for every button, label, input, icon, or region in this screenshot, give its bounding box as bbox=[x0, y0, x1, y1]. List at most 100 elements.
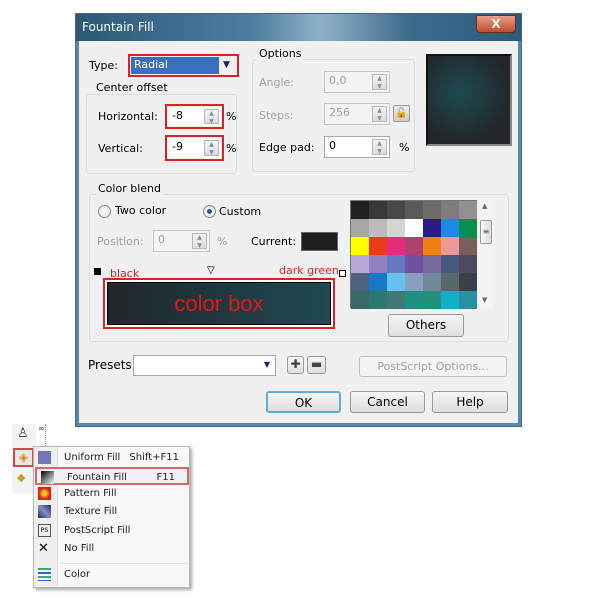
palette-swatch[interactable] bbox=[351, 273, 369, 291]
palette-swatch[interactable] bbox=[405, 291, 423, 309]
color-blend-label: Color blend bbox=[96, 182, 163, 195]
palette-swatch[interactable] bbox=[405, 219, 423, 237]
outline-pen-icon[interactable]: ♙ bbox=[17, 426, 29, 441]
palette-swatch[interactable] bbox=[423, 255, 441, 273]
palette-swatch[interactable] bbox=[441, 291, 459, 309]
palette-swatch[interactable] bbox=[351, 291, 369, 309]
palette-swatch[interactable] bbox=[387, 291, 405, 309]
palette-scrollbar[interactable]: ▲ ≡ ▼ bbox=[479, 200, 494, 308]
horizontal-input[interactable]: -8 ▲ ▼ bbox=[168, 107, 221, 126]
type-select[interactable]: Radial bbox=[131, 57, 219, 74]
menu-item-uniform-fill[interactable]: Uniform Fill Shift+F11 bbox=[34, 449, 191, 467]
steps-value: 256 bbox=[329, 106, 350, 119]
palette-swatch[interactable] bbox=[387, 273, 405, 291]
fill-tool-icon[interactable]: ◈ bbox=[13, 448, 34, 467]
palette-swatch[interactable] bbox=[351, 255, 369, 273]
end-color-marker[interactable] bbox=[339, 270, 346, 277]
palette-swatch[interactable] bbox=[387, 219, 405, 237]
palette-swatch[interactable] bbox=[369, 255, 387, 273]
palette-swatch[interactable] bbox=[369, 219, 387, 237]
vertical-spinner[interactable]: ▲ ▼ bbox=[204, 140, 219, 156]
others-button[interactable]: Others bbox=[388, 314, 464, 337]
palette-swatch[interactable] bbox=[423, 201, 441, 219]
palette-swatch[interactable] bbox=[441, 255, 459, 273]
add-preset-button[interactable]: ✚ bbox=[287, 356, 304, 374]
two-color-radio[interactable] bbox=[98, 205, 111, 218]
palette-swatch[interactable] bbox=[387, 255, 405, 273]
palette-swatch[interactable] bbox=[441, 273, 459, 291]
scroll-up-icon[interactable]: ▲ bbox=[482, 202, 487, 210]
start-color-marker[interactable] bbox=[94, 268, 101, 275]
palette-swatch[interactable] bbox=[459, 237, 477, 255]
color-palette[interactable] bbox=[350, 200, 477, 309]
postscript-fill-icon: PS bbox=[38, 524, 52, 538]
ok-button[interactable]: OK bbox=[266, 391, 341, 413]
chevron-down-icon[interactable]: ▼ bbox=[264, 360, 270, 369]
vertical-label: Vertical: bbox=[98, 142, 143, 155]
gradient-position-marker[interactable]: ▽ bbox=[207, 265, 215, 276]
fountain-fill-icon bbox=[41, 471, 55, 485]
cancel-button[interactable]: Cancel bbox=[350, 391, 425, 413]
pattern-fill-icon bbox=[38, 487, 52, 501]
edge-pad-spinner[interactable]: ▲ ▼ bbox=[372, 139, 387, 155]
chevron-down-icon[interactable]: ▼ bbox=[223, 60, 230, 70]
menu-item-fountain-fill[interactable]: Fountain Fill F11 bbox=[35, 467, 189, 485]
palette-swatch[interactable] bbox=[423, 237, 441, 255]
palette-swatch[interactable] bbox=[441, 201, 459, 219]
menu-item-texture-fill[interactable]: Texture Fill bbox=[34, 503, 191, 521]
angle-label: Angle: bbox=[259, 76, 295, 89]
interactive-fill-icon[interactable]: ◆ bbox=[17, 471, 25, 484]
menu-item-label: Uniform Fill bbox=[64, 452, 121, 463]
angle-spinner: ▲ ▼ bbox=[372, 74, 387, 90]
palette-swatch[interactable] bbox=[369, 237, 387, 255]
palette-swatch[interactable] bbox=[387, 237, 405, 255]
edge-pad-input[interactable]: 0 ▲ ▼ bbox=[324, 136, 390, 158]
horizontal-spinner[interactable]: ▲ ▼ bbox=[204, 109, 219, 125]
palette-swatch[interactable] bbox=[369, 291, 387, 309]
palette-swatch[interactable] bbox=[405, 273, 423, 291]
palette-swatch[interactable] bbox=[387, 201, 405, 219]
horizontal-value: -8 bbox=[172, 109, 183, 122]
menu-item-postscript-fill[interactable]: PS PostScript Fill bbox=[34, 522, 191, 540]
palette-swatch[interactable] bbox=[459, 255, 477, 273]
position-spinner: ▲ ▼ bbox=[192, 233, 207, 249]
palette-swatch[interactable] bbox=[351, 237, 369, 255]
menu-item-color[interactable]: Color bbox=[34, 566, 191, 584]
palette-swatch[interactable] bbox=[441, 219, 459, 237]
custom-radio[interactable] bbox=[203, 205, 216, 218]
title-bar[interactable]: Fountain Fill X bbox=[76, 14, 521, 41]
custom-label[interactable]: Custom bbox=[219, 205, 261, 218]
palette-swatch[interactable] bbox=[423, 219, 441, 237]
two-color-label[interactable]: Two color bbox=[115, 204, 166, 217]
menu-item-no-fill[interactable]: ✕ No Fill bbox=[34, 540, 191, 558]
menu-item-pattern-fill[interactable]: Pattern Fill bbox=[34, 485, 191, 503]
palette-swatch[interactable] bbox=[423, 273, 441, 291]
close-button[interactable]: X bbox=[476, 15, 516, 33]
position-input: 0 ▲ ▼ bbox=[153, 230, 210, 252]
palette-swatch[interactable] bbox=[351, 219, 369, 237]
palette-swatch[interactable] bbox=[423, 291, 441, 309]
palette-swatch[interactable] bbox=[459, 219, 477, 237]
current-color-swatch[interactable] bbox=[301, 232, 338, 251]
palette-swatch[interactable] bbox=[405, 237, 423, 255]
scroll-down-icon[interactable]: ▼ bbox=[482, 296, 487, 304]
palette-swatch[interactable] bbox=[369, 273, 387, 291]
palette-swatch[interactable] bbox=[459, 201, 477, 219]
color-gradient-bar[interactable]: color box bbox=[107, 282, 331, 325]
vertical-input[interactable]: -9 ▲ ▼ bbox=[168, 138, 221, 158]
palette-swatch[interactable] bbox=[459, 273, 477, 291]
palette-swatch[interactable] bbox=[405, 201, 423, 219]
palette-swatch[interactable] bbox=[459, 291, 477, 309]
palette-swatch[interactable] bbox=[405, 255, 423, 273]
scroll-thumb[interactable]: ≡ bbox=[480, 220, 492, 244]
help-button[interactable]: Help bbox=[432, 391, 508, 413]
toolbar-grip: ∞ bbox=[38, 424, 46, 448]
presets-select[interactable]: ▼ bbox=[133, 355, 276, 376]
palette-swatch[interactable] bbox=[351, 201, 369, 219]
remove-preset-button[interactable]: ▬ bbox=[307, 356, 326, 374]
lock-icon[interactable]: 🔓 bbox=[393, 105, 410, 122]
center-offset-label: Center offset bbox=[94, 81, 170, 94]
palette-swatch[interactable] bbox=[369, 201, 387, 219]
fill-preview bbox=[426, 54, 512, 146]
palette-swatch[interactable] bbox=[441, 237, 459, 255]
